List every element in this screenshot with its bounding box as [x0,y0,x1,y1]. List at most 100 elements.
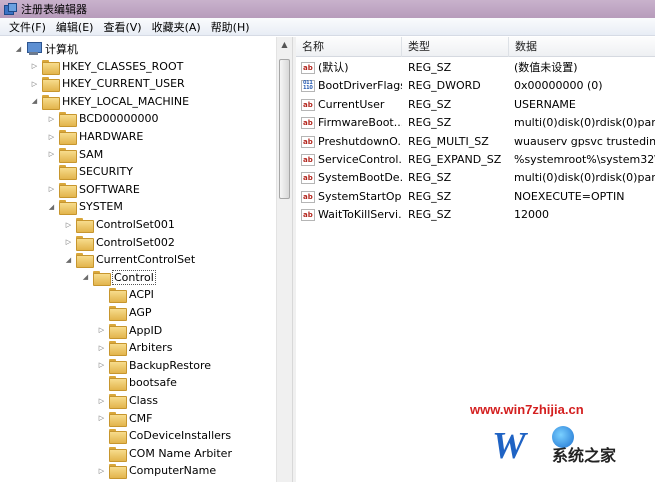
menu-view[interactable]: 查看(V) [98,19,146,35]
list-item[interactable]: ab WaitToKillServi... REG_SZ 12000 [296,206,655,224]
tree-node[interactable]: ▷ CMF [97,410,153,427]
tree-node[interactable]: ▷ HKEY_CURRENT_USER [30,75,185,93]
collapsed-arrow-icon[interactable]: ▷ [47,114,56,123]
tree-node[interactable]: ▷ ControlSet001 [64,216,175,233]
tree-node-label: AGP [129,306,152,319]
collapsed-arrow-icon[interactable]: ▷ [47,132,56,141]
tree-node[interactable]: AGP [97,304,152,321]
folder-icon [42,59,60,75]
tree-node[interactable]: ◢ CurrentControlSet [64,251,195,269]
list-item[interactable]: ab FirmwareBoot... REG_SZ multi(0)disk(0)rd… [296,114,655,132]
string-value-icon: ab [301,98,315,111]
folder-icon [109,446,127,462]
tree-node-label: ComputerName [129,464,217,478]
collapsed-arrow-icon[interactable]: ▷ [97,326,106,335]
column-data[interactable]: 数据 [509,37,655,57]
tree-node-label: BackupRestore [129,358,212,372]
collapsed-arrow-icon[interactable]: ▷ [97,396,106,405]
watermark-url: www.win7zhijia.cn [470,402,584,417]
tree-node[interactable]: ◢ HKEY_LOCAL_MACHINE [30,93,189,110]
tree-node[interactable]: ACPI [97,286,154,304]
string-value-icon: ab [301,172,315,185]
value-type: REG_DWORD [408,79,481,93]
collapsed-arrow-icon[interactable]: ▷ [97,361,106,370]
tree-node[interactable]: ▷ SOFTWARE [47,181,140,198]
folder-icon [109,358,127,374]
tree-node[interactable]: ▷ Arbiters [97,339,172,357]
tree-node[interactable]: ▷ BackupRestore [97,357,211,374]
scroll-up-arrow-icon[interactable]: ▲ [279,39,290,50]
tree-node[interactable]: COM Name Arbiter [97,445,232,462]
expanded-arrow-icon[interactable]: ◢ [64,255,73,264]
column-name[interactable]: 名称 [296,37,402,57]
collapsed-arrow-icon[interactable]: ▷ [47,185,56,194]
tree-node[interactable]: ▷ ControlSet002 [64,234,175,251]
folder-icon [59,182,77,198]
tree-node[interactable]: ▷ SAM [47,146,103,163]
collapsed-arrow-icon[interactable]: ▷ [97,414,106,423]
collapsed-arrow-icon[interactable]: ▷ [64,220,73,229]
watermark-logo: W 系统之家 [492,420,652,476]
value-data: 0x00000000 (0) [514,79,603,93]
string-value-icon: ab [301,117,315,130]
expanded-arrow-icon[interactable]: ◢ [30,97,39,106]
menu-edit[interactable]: 编辑(E) [51,19,99,35]
folder-icon [109,288,127,304]
tree-node-label: ControlSet002 [96,235,175,249]
expanded-arrow-icon[interactable]: ◢ [81,273,90,282]
tree-node-label: SECURITY [79,165,133,179]
list-item[interactable]: ab SystemBootDe... REG_SZ multi(0)disk(0)rd… [296,169,655,187]
list-header: 名称 类型 数据 [296,37,655,57]
tree-node-label: SOFTWARE [79,182,140,196]
list-item[interactable]: ab (默认) REG_SZ (数值未设置) [296,59,655,77]
tree-node[interactable]: ▷ Class [97,392,158,409]
value-name: SystemStartOp... [318,189,402,203]
collapsed-arrow-icon[interactable]: ▷ [64,238,73,247]
value-type: REG_SZ [408,97,452,111]
no-expander [97,449,106,458]
tree-node[interactable]: ◢ 计算机 [14,40,78,57]
value-data: %systemroot%\system32\ [514,153,655,166]
list-item[interactable]: ab PreshutdownO... REG_MULTI_SZ wuauserv gp… [296,133,655,151]
expanded-arrow-icon[interactable]: ◢ [47,202,56,211]
expanded-arrow-icon[interactable]: ◢ [14,44,23,53]
title-bar: 注册表编辑器 [0,0,655,18]
menu-file[interactable]: 文件(F) [4,19,51,35]
list-item[interactable]: ab ServiceControl... REG_EXPAND_SZ %systemr… [296,151,655,169]
tree-node[interactable]: ◢ SYSTEM [47,198,123,216]
tree-node[interactable]: ▷ AppID [97,322,162,339]
tree-node[interactable]: CoDeviceInstallers [97,427,232,445]
tree-node[interactable]: ▷ HKEY_CLASSES_ROOT [30,58,183,75]
tree-node[interactable]: ▷ ComputerName [97,462,217,480]
value-type: REG_SZ [408,61,452,74]
scroll-thumb[interactable] [279,59,290,199]
window-title: 注册表编辑器 [21,3,87,16]
list-item[interactable]: abSystemStartOp... REG_SZ NOEXECUTE=OPTIN [296,188,655,206]
value-type: REG_SZ [408,189,452,203]
no-expander [97,378,106,387]
menu-bar: 文件(F) 编辑(E) 查看(V) 收藏夹(A) 帮助(H) [0,18,655,36]
collapsed-arrow-icon[interactable]: ▷ [47,150,56,159]
tree-node[interactable]: ◢ Control [81,269,156,286]
tree-node[interactable]: ▷ BCD00000000 [47,110,159,128]
tree-scrollbar[interactable]: ▲ [276,37,292,482]
list-item[interactable]: ab CurrentUser REG_SZ USERNAME [296,96,655,114]
column-type[interactable]: 类型 [402,37,509,57]
value-data: wuauserv gpsvc trustedins [514,134,655,148]
menu-favorites[interactable]: 收藏夹(A) [147,19,206,35]
registry-tree[interactable]: ◢ 计算机 ▷ HKEY_CLASSES_ROOT ▷ HKEY_CURRENT_USER… [0,37,276,482]
list-item[interactable]: 011 110 BootDriverFlags REG_DWORD 0x00000000… [296,77,655,95]
collapsed-arrow-icon[interactable]: ▷ [97,466,106,475]
tree-node-label: CoDeviceInstallers [129,429,232,443]
value-type: REG_MULTI_SZ [408,134,489,148]
folder-icon [59,147,77,163]
collapsed-arrow-icon[interactable]: ▷ [97,343,106,352]
collapsed-arrow-icon[interactable]: ▷ [30,62,39,71]
tree-node-label: Control [112,269,156,285]
tree-node[interactable]: bootsafe [97,374,177,392]
collapsed-arrow-icon[interactable]: ▷ [30,79,39,88]
tree-node-label: SAM [79,147,104,161]
tree-node[interactable]: ▷ HARDWARE [47,128,143,145]
tree-node[interactable]: SECURITY [47,163,133,181]
menu-help[interactable]: 帮助(H) [206,19,255,35]
